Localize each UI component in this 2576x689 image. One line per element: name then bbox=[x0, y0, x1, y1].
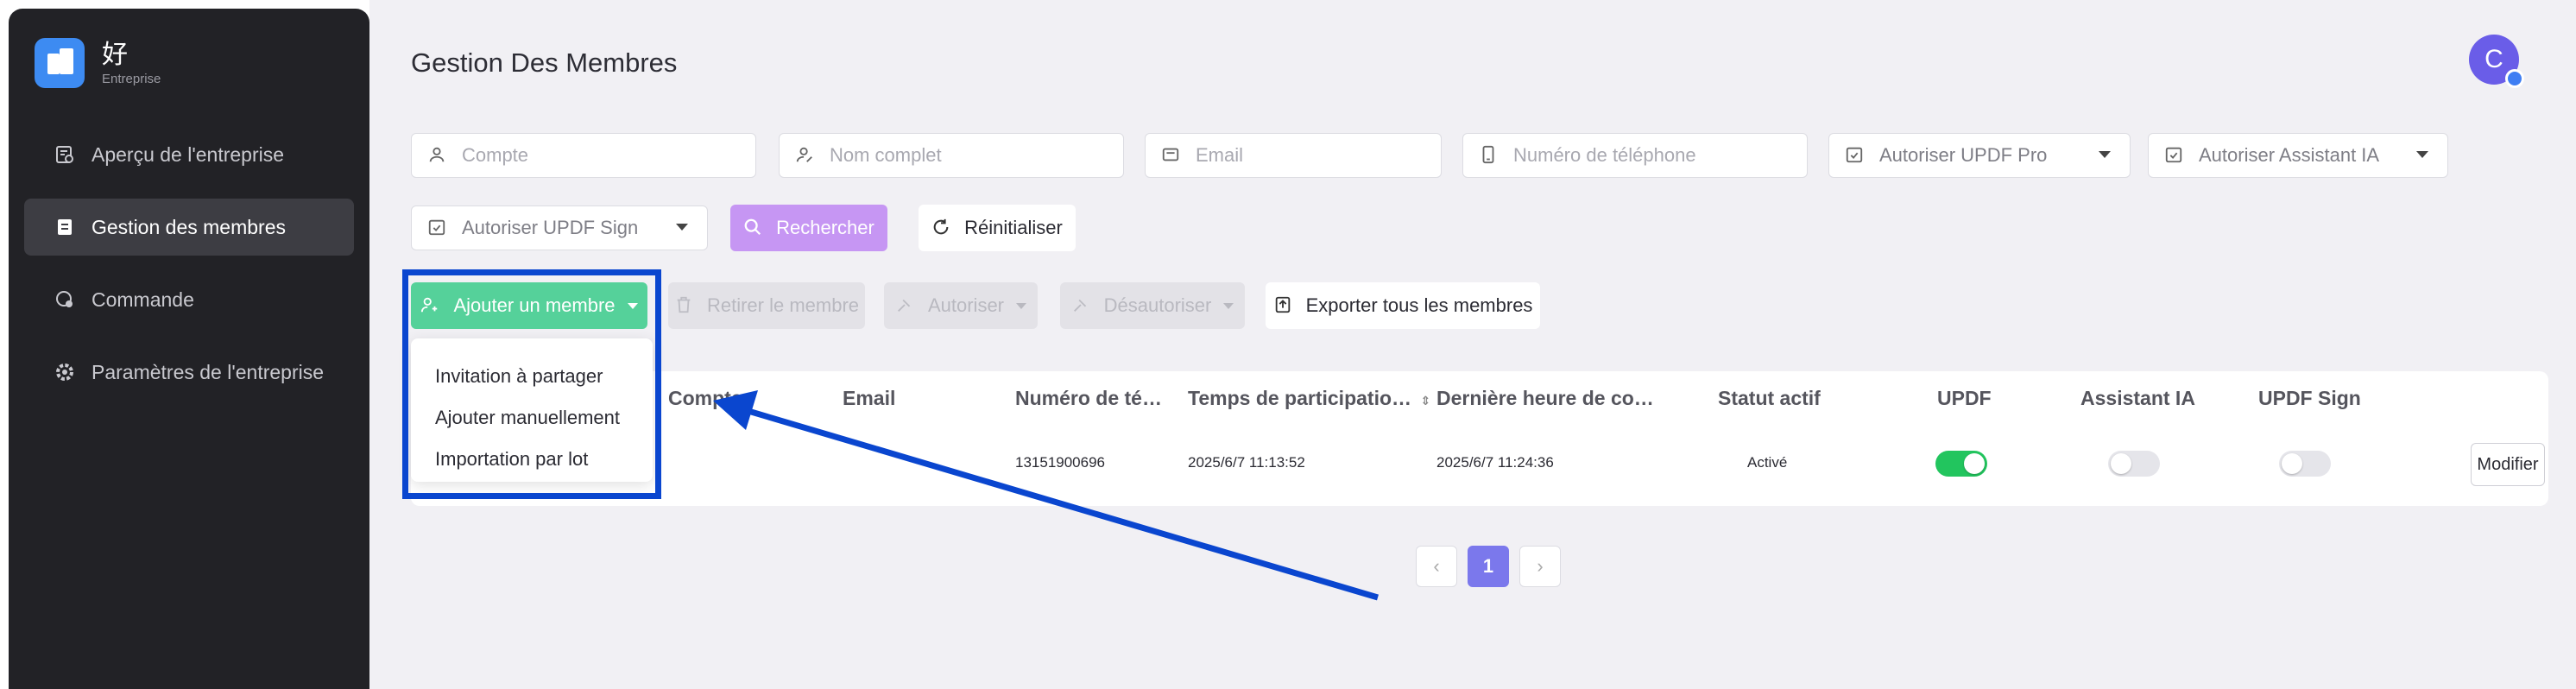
ai-assistant-select[interactable]: Autoriser Assistant IA bbox=[2148, 133, 2448, 178]
brand: 好 Entreprise bbox=[35, 38, 161, 88]
column-header-email[interactable]: Email bbox=[843, 387, 895, 410]
chevron-down-icon bbox=[2416, 151, 2428, 158]
fullname-input[interactable]: Nom complet bbox=[779, 133, 1124, 178]
sidebar-item-settings[interactable]: Paramètres de l'entreprise bbox=[24, 344, 354, 401]
fullname-placeholder: Nom complet bbox=[830, 144, 942, 166]
sidebar-item-order[interactable]: Commande bbox=[24, 271, 354, 328]
column-header-assistant-ia[interactable]: Assistant IA bbox=[2080, 387, 2195, 410]
phone-input[interactable]: Numéro de téléphone bbox=[1462, 133, 1808, 178]
sidebar-item-overview[interactable]: Aperçu de l'entreprise bbox=[24, 126, 354, 183]
overview-icon bbox=[54, 143, 76, 166]
export-all-label: Exporter tous les membres bbox=[1305, 294, 1533, 316]
table-row: 13151900696 2025/6/7 11:13:52 2025/6/7 1… bbox=[411, 425, 2548, 506]
authorize-icon bbox=[895, 295, 916, 316]
sidebar-item-label: Gestion des membres bbox=[92, 215, 286, 238]
order-icon bbox=[54, 288, 76, 311]
column-header-status[interactable]: Statut actif bbox=[1718, 387, 1821, 410]
search-button-label: Rechercher bbox=[776, 217, 874, 238]
reset-button-label: Réinitialiser bbox=[964, 217, 1063, 238]
deauthorize-icon bbox=[1071, 295, 1092, 316]
export-all-button[interactable]: Exporter tous les membres bbox=[1266, 282, 1540, 329]
column-header-updf[interactable]: UPDF bbox=[1937, 387, 1992, 410]
cell-join-time: 2025/6/7 11:13:52 bbox=[1188, 454, 1305, 471]
chevron-down-icon bbox=[676, 224, 688, 231]
sidebar-item-members[interactable]: Gestion des membres bbox=[24, 199, 354, 256]
brand-name: 好 bbox=[102, 39, 128, 70]
phone-icon bbox=[1479, 145, 1500, 166]
sidebar-item-label: Commande bbox=[92, 288, 194, 311]
column-header-phone[interactable]: Numéro de té… bbox=[1015, 387, 1162, 410]
updf-sign-toggle[interactable] bbox=[2279, 451, 2331, 477]
updf-toggle[interactable] bbox=[1935, 451, 1987, 477]
trash-icon bbox=[674, 295, 695, 316]
sidebar-nav: Aperçu de l'entreprise Gestion des membr… bbox=[24, 126, 354, 416]
remove-member-label: Retirer le membre bbox=[706, 294, 860, 316]
mail-icon bbox=[1161, 145, 1182, 166]
account-placeholder: Compte bbox=[462, 144, 529, 166]
user-icon bbox=[427, 145, 448, 166]
column-header-join-time-label: Temps de participatio… bbox=[1188, 387, 1412, 409]
phone-placeholder: Numéro de téléphone bbox=[1513, 144, 1696, 166]
ai-assistant-value: Autoriser Assistant IA bbox=[2199, 144, 2380, 166]
calendar-check-icon bbox=[2164, 145, 2185, 166]
calendar-check-icon bbox=[427, 218, 448, 238]
updf-pro-value: Autoriser UPDF Pro bbox=[1879, 144, 2048, 166]
remove-member-button[interactable]: Retirer le membre bbox=[668, 282, 865, 329]
brand-subtitle: Entreprise bbox=[102, 71, 161, 86]
chevron-down-icon bbox=[1016, 302, 1027, 309]
chevron-down-icon bbox=[1223, 302, 1234, 309]
gear-icon bbox=[54, 361, 76, 383]
calendar-check-icon bbox=[1845, 145, 1866, 166]
column-header-join-time[interactable]: Temps de participatio… ⇕ bbox=[1188, 387, 1430, 410]
cell-last-login: 2025/6/7 11:24:36 bbox=[1436, 454, 1554, 471]
export-icon bbox=[1273, 295, 1294, 316]
modify-button[interactable]: Modifier bbox=[2471, 443, 2545, 486]
search-icon bbox=[743, 218, 764, 238]
user-edit-icon bbox=[795, 145, 816, 166]
updf-sign-select[interactable]: Autoriser UPDF Sign bbox=[411, 205, 708, 250]
highlight-box bbox=[402, 269, 661, 499]
next-page-button[interactable]: › bbox=[1519, 546, 1561, 587]
updf-pro-select[interactable]: Autoriser UPDF Pro bbox=[1828, 133, 2131, 178]
email-input[interactable]: Email bbox=[1145, 133, 1442, 178]
authorize-button[interactable]: Autoriser bbox=[884, 282, 1038, 329]
deauthorize-button[interactable]: Désautoriser bbox=[1060, 282, 1245, 329]
assistant-ia-toggle[interactable] bbox=[2108, 451, 2160, 477]
updf-sign-value: Autoriser UPDF Sign bbox=[462, 217, 639, 238]
sidebar-item-label: Paramètres de l'entreprise bbox=[92, 360, 325, 383]
brand-logo-icon bbox=[35, 38, 85, 88]
prev-page-button[interactable]: ‹ bbox=[1416, 546, 1457, 587]
cell-phone: 13151900696 bbox=[1015, 454, 1106, 471]
sort-icon[interactable]: ⇕ bbox=[1420, 394, 1430, 408]
table-header: Compte Email Numéro de té… Temps de part… bbox=[411, 371, 2548, 425]
refresh-icon bbox=[931, 218, 952, 238]
main-content: Gestion Des Membres C Compte Nom complet… bbox=[369, 0, 2576, 689]
avatar-badge-icon bbox=[2505, 69, 2524, 88]
column-header-account[interactable]: Compte bbox=[668, 387, 742, 410]
search-button[interactable]: Rechercher bbox=[730, 205, 887, 251]
column-header-updf-sign[interactable]: UPDF Sign bbox=[2258, 387, 2361, 410]
reset-button[interactable]: Réinitialiser bbox=[919, 205, 1076, 251]
authorize-label: Autoriser bbox=[927, 294, 1005, 316]
page-title: Gestion Des Membres bbox=[411, 47, 678, 78]
account-input[interactable]: Compte bbox=[411, 133, 756, 178]
chevron-down-icon bbox=[2099, 151, 2111, 158]
sidebar: 好 Entreprise Aperçu de l'entreprise Gest… bbox=[9, 9, 369, 689]
deauthorize-label: Désautoriser bbox=[1103, 294, 1212, 316]
email-placeholder: Email bbox=[1196, 144, 1244, 166]
sidebar-item-label: Aperçu de l'entreprise bbox=[92, 142, 285, 166]
cell-status: Activé bbox=[1747, 454, 1788, 471]
page-button-1[interactable]: 1 bbox=[1468, 546, 1509, 587]
column-header-last-login[interactable]: Dernière heure de co… bbox=[1436, 387, 1654, 410]
members-icon bbox=[54, 216, 76, 238]
